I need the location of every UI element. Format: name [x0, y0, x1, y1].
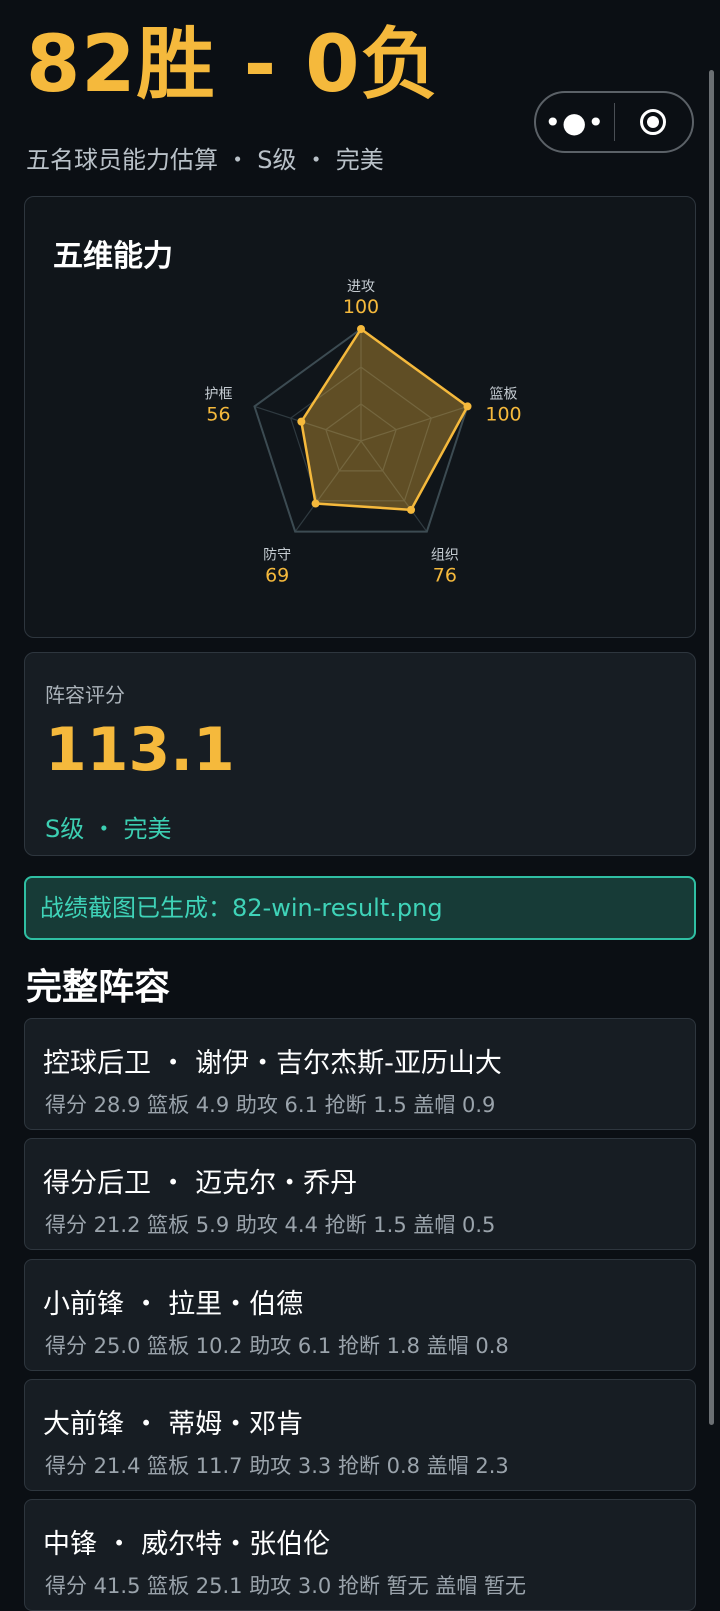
radar-axis-label: 护框: [204, 386, 232, 402]
player-card[interactable]: 控球后卫 ・ 谢伊・吉尔杰斯-亚历山大 得分 28.9 篮板 4.9 助攻 6.…: [24, 1018, 696, 1130]
screenshot-notice: 战绩截图已生成：82-win-result.png: [24, 876, 696, 940]
radar-axis-value: 69: [265, 565, 289, 587]
radar-chart: 进攻100篮板100组织76防守69护框56: [204, 279, 521, 587]
rating-grade: S级 ・ 完美: [45, 815, 172, 843]
radar-axis-label: 组织: [431, 548, 459, 564]
player-card[interactable]: 中锋 ・ 威尔特・张伯伦 得分 41.5 篮板 25.1 助攻 3.0 抢断 暂…: [24, 1499, 696, 1611]
player-stats: 得分 41.5 篮板 25.1 助攻 3.0 抢断 暂无 盖帽 暂无: [45, 1574, 526, 1598]
radar-axis-value: 100: [343, 296, 379, 318]
radar-axis-value: 56: [206, 403, 230, 425]
rating-value: 113.1: [45, 715, 235, 785]
rating-card: 阵容评分 113.1 S级 ・ 完美: [24, 652, 696, 856]
player-stats: 得分 28.9 篮板 4.9 助攻 6.1 抢断 1.5 盖帽 0.9: [45, 1093, 496, 1117]
player-card[interactable]: 大前锋 ・ 蒂姆・邓肯 得分 21.4 篮板 11.7 助攻 3.3 抢断 0.…: [24, 1379, 696, 1491]
player-stats: 得分 21.2 篮板 5.9 助攻 4.4 抢断 1.5 盖帽 0.5: [45, 1213, 496, 1237]
player-stats: 得分 25.0 篮板 10.2 助攻 6.1 抢断 1.8 盖帽 0.8: [45, 1334, 509, 1358]
radar-data-point: [357, 325, 365, 333]
radar-axis-label: 篮板: [490, 386, 518, 402]
radar-axis-value: 100: [485, 403, 521, 425]
more-dots-icon[interactable]: •●•: [536, 106, 614, 139]
player-name: 控球后卫 ・ 谢伊・吉尔杰斯-亚历山大: [43, 1048, 502, 1079]
radar-data-point: [297, 417, 306, 426]
player-name: 大前锋 ・ 蒂姆・邓肯: [43, 1409, 304, 1440]
radar-axis-label: 防守: [263, 548, 291, 564]
radar-card: 五维能力 进攻 100 篮板 100 组织 76 防守 69 护框 56: [24, 196, 696, 638]
player-stats: 得分 21.4 篮板 11.7 助攻 3.3 抢断 0.8 盖帽 2.3: [45, 1454, 509, 1478]
player-card[interactable]: 得分后卫 ・ 迈克尔・乔丹 得分 21.2 篮板 5.9 助攻 4.4 抢断 1…: [24, 1138, 696, 1250]
summary-subtitle: 五名球员能力估算 ・ S级 ・ 完美: [26, 146, 384, 174]
player-name: 小前锋 ・ 拉里・伯德: [43, 1289, 304, 1320]
player-name: 中锋 ・ 威尔特・张伯伦: [43, 1529, 331, 1560]
mini-program-capsule: •●•: [534, 91, 694, 153]
radar-data-point: [407, 505, 416, 514]
radar-axis-label: 进攻: [347, 279, 375, 295]
radar-axis-value: 76: [433, 565, 457, 587]
target-icon[interactable]: [615, 109, 693, 135]
record-score: 82胜 - 0负: [26, 20, 440, 110]
player-name: 得分后卫 ・ 迈克尔・乔丹: [43, 1168, 358, 1199]
scrollbar[interactable]: [709, 70, 714, 1425]
radar-data-point: [311, 499, 320, 508]
rating-label: 阵容评分: [45, 683, 125, 707]
roster-title: 完整阵容: [26, 967, 171, 1008]
radar-data-point: [463, 402, 472, 411]
player-card[interactable]: 小前锋 ・ 拉里・伯德 得分 25.0 篮板 10.2 助攻 6.1 抢断 1.…: [24, 1259, 696, 1371]
